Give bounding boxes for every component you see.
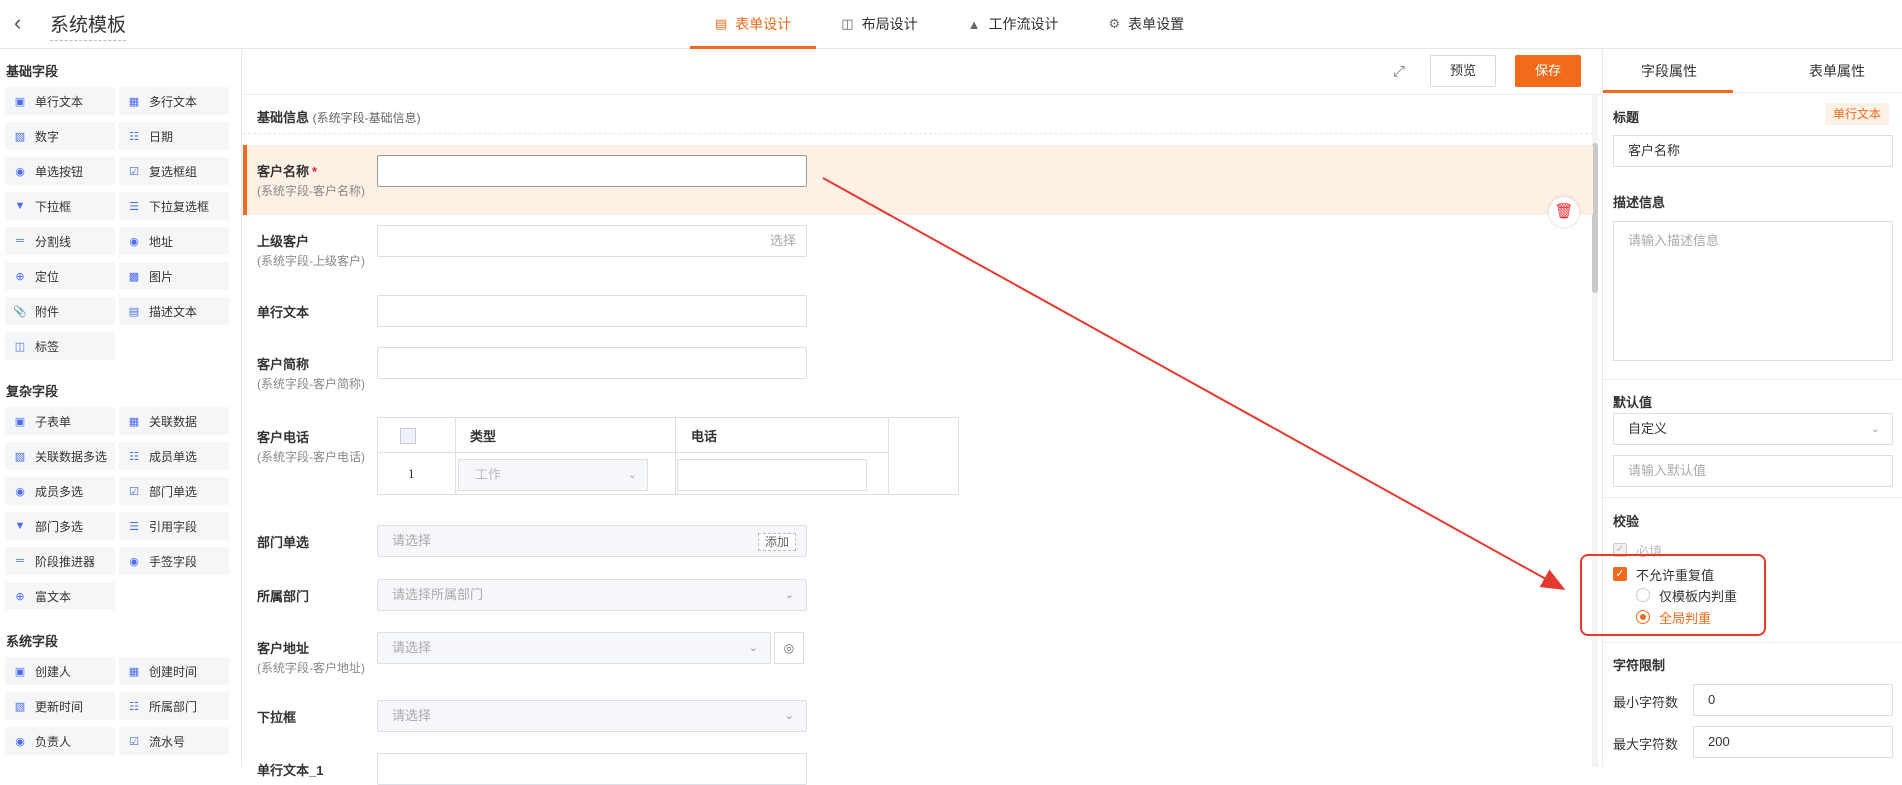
annotation-arrow (822, 177, 1566, 590)
